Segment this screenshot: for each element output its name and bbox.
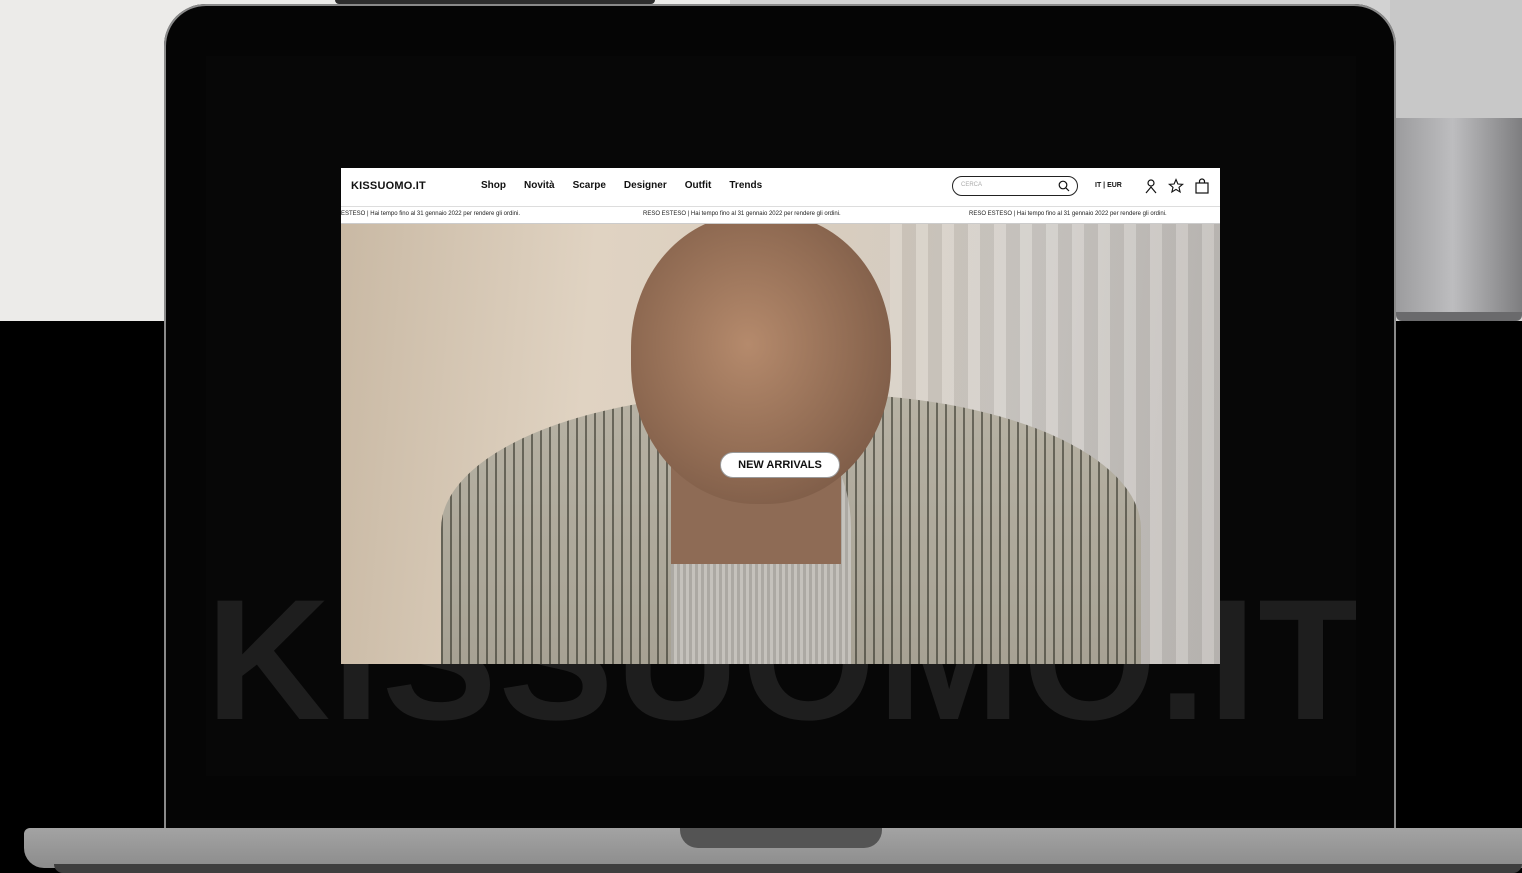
new-arrivals-button[interactable]: NEW ARRIVALS [720, 452, 840, 478]
search-input[interactable]: CERCA [952, 176, 1078, 196]
locale-currency[interactable]: IT | EUR [1095, 182, 1122, 189]
shopping-bag-icon[interactable] [1194, 178, 1210, 194]
monitor-stand [1396, 118, 1522, 318]
site-logo[interactable]: KISSUOMO.IT [351, 180, 426, 192]
nav-outfit[interactable]: Outfit [685, 180, 712, 191]
ticker-message: ESTESO | Hai tempo fino al 31 gennaio 20… [341, 211, 520, 217]
laptop-base-shadow [54, 864, 1522, 873]
user-icon[interactable] [1143, 178, 1159, 194]
search-placeholder: CERCA [961, 182, 983, 188]
nav-designer[interactable]: Designer [624, 180, 667, 191]
announcement-ticker: ESTESO | Hai tempo fino al 31 gennaio 20… [341, 206, 1220, 224]
nav-trends[interactable]: Trends [729, 180, 762, 191]
desktop-monitor [1390, 0, 1522, 120]
ticker-message: RESO ESTESO | Hai tempo fino al 31 genna… [969, 211, 1167, 217]
nav-shop[interactable]: Shop [481, 180, 506, 191]
nav-novita[interactable]: Novità [524, 180, 555, 191]
laptop-notch [680, 828, 882, 848]
nav-scarpe[interactable]: Scarpe [573, 180, 606, 191]
hero-banner[interactable]: NEW ARRIVALS [341, 224, 1220, 664]
star-icon[interactable] [1168, 178, 1184, 194]
main-nav: Shop Novità Scarpe Designer Outfit Trend… [481, 180, 780, 191]
website: KISSUOMO.IT Shop Novità Scarpe Designer … [341, 168, 1220, 664]
monitor-stand-base [1396, 312, 1522, 321]
ticker-message: RESO ESTESO | Hai tempo fino al 31 genna… [643, 211, 841, 217]
search-icon[interactable] [1058, 180, 1070, 192]
site-header: KISSUOMO.IT Shop Novità Scarpe Designer … [341, 168, 1220, 206]
